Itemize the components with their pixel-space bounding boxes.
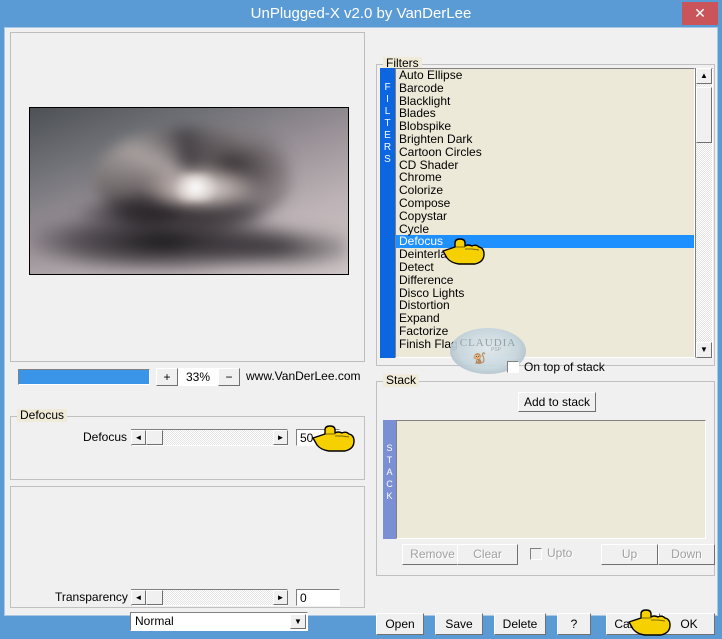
defocus-value-input[interactable]: 50 xyxy=(296,429,340,446)
dialog-client-area: + 33% − www.VanDerLee.com Defocus Defocu… xyxy=(4,27,718,636)
transparency-slider-thumb[interactable] xyxy=(146,590,163,605)
watermark-figure-icon: 🐒 xyxy=(472,353,487,365)
zoom-out-button[interactable]: − xyxy=(218,368,240,386)
down-button[interactable]: Down xyxy=(658,544,715,565)
stack-side-strip: STACK xyxy=(383,420,396,539)
filter-list-item[interactable]: Auto Ellipse xyxy=(396,69,694,82)
strip-letter: L xyxy=(384,106,391,117)
strip-letter: T xyxy=(386,455,393,465)
clear-button[interactable]: Clear xyxy=(457,544,518,565)
filter-list-item[interactable]: Deinterlace xyxy=(396,248,694,261)
zoom-level-value: 33% xyxy=(178,368,218,386)
upto-checkbox[interactable] xyxy=(530,548,542,560)
save-button[interactable]: Save xyxy=(435,613,483,635)
preview-swirl-core xyxy=(169,174,221,201)
on-top-of-stack-checkbox[interactable] xyxy=(507,361,519,373)
remove-button[interactable]: Remove xyxy=(402,544,463,565)
filters-scrollbar-thumb[interactable] xyxy=(696,87,712,143)
filters-scrollbar[interactable]: ▲ ▼ xyxy=(695,68,713,358)
strip-letter: E xyxy=(384,130,391,141)
filter-list-item[interactable]: Cartoon Circles xyxy=(396,145,694,159)
up-button[interactable]: Up xyxy=(601,544,658,565)
preview-panel xyxy=(10,32,365,362)
window-title: UnPlugged-X v2.0 by VanDerLee xyxy=(250,5,472,22)
transparency-slider-left-arrow[interactable]: ◄ xyxy=(131,590,146,605)
stack-group-legend: Stack xyxy=(383,374,420,387)
strip-letter: T xyxy=(384,118,391,129)
strip-letter: I xyxy=(386,94,389,105)
scroll-up-icon[interactable]: ▲ xyxy=(696,68,712,84)
watermark-text: CLAUDIA xyxy=(459,337,517,349)
strip-letter: F xyxy=(384,82,391,93)
defocus-group-legend: Defocus xyxy=(17,409,68,422)
open-button[interactable]: Open xyxy=(376,613,424,635)
filter-list-item[interactable]: Distortion xyxy=(396,299,694,312)
defocus-group: Defocus Defocus ◄ ► 50 xyxy=(10,409,365,480)
filter-list-item[interactable]: Brighten Dark xyxy=(396,133,694,146)
close-icon[interactable]: ✕ xyxy=(682,2,718,25)
defocus-slider-right-arrow[interactable]: ► xyxy=(273,430,288,445)
filter-list-item[interactable]: Compose xyxy=(396,197,694,210)
filters-side-strip: FILTERS xyxy=(380,68,395,358)
defocus-slider-track[interactable]: ◄ ► xyxy=(131,429,288,446)
filter-list-item[interactable]: Copystar xyxy=(396,209,694,223)
blend-mode-select[interactable]: Normal ▼ xyxy=(130,612,308,631)
filters-list[interactable]: Auto Ellipse Barcode Blacklight Blades Blobs… xyxy=(395,68,695,358)
defocus-slider-thumb[interactable] xyxy=(146,430,163,445)
filter-list-item[interactable]: Blacklight xyxy=(396,94,694,108)
filter-list-item[interactable]: Factorize xyxy=(396,325,694,338)
strip-letter: S xyxy=(386,443,393,453)
strip-letter: K xyxy=(386,491,393,501)
defocus-slider-label: Defocus xyxy=(83,430,128,444)
cancel-button[interactable]: Cancel xyxy=(606,613,660,635)
defocus-slider-left-arrow[interactable]: ◄ xyxy=(131,430,146,445)
add-to-stack-button[interactable]: Add to stack xyxy=(518,392,596,412)
filter-list-item[interactable]: Finish Flag xyxy=(396,337,694,351)
delete-button[interactable]: Delete xyxy=(494,613,546,635)
transparency-group: Transparency ◄ ► 0 Normal ▼ xyxy=(10,486,365,631)
ok-button[interactable]: OK xyxy=(663,613,715,635)
scroll-down-icon[interactable]: ▼ xyxy=(696,342,712,358)
filter-list-item[interactable]: Difference xyxy=(396,273,694,287)
preview-toolbar: + 33% − www.VanDerLee.com xyxy=(10,366,365,390)
transparency-slider-track[interactable]: ◄ ► xyxy=(131,589,288,606)
strip-letter: C xyxy=(386,479,393,489)
stack-list[interactable] xyxy=(396,420,706,539)
zoom-in-button[interactable]: + xyxy=(156,368,178,386)
transparency-slider-right-arrow[interactable]: ► xyxy=(273,590,288,605)
application-window: UnPlugged-X v2.0 by VanDerLee ✕ + 33% − … xyxy=(0,0,722,636)
help-button[interactable]: ? xyxy=(557,613,591,635)
on-top-of-stack-label: On top of stack xyxy=(524,360,605,374)
blend-mode-value: Normal xyxy=(135,614,174,628)
strip-letter: S xyxy=(384,154,391,165)
render-progress-fill xyxy=(19,370,149,384)
stack-group: Stack Add to stack STACK Remove Clear Up… xyxy=(376,374,715,576)
transparency-value-input[interactable]: 0 xyxy=(296,589,340,606)
watermark-subtext: PSP xyxy=(491,347,502,353)
filter-list-item[interactable]: Detect xyxy=(396,261,694,274)
render-progress-bar xyxy=(18,369,150,385)
website-link[interactable]: www.VanDerLee.com xyxy=(246,369,361,383)
chevron-down-icon[interactable]: ▼ xyxy=(290,614,306,629)
title-bar: UnPlugged-X v2.0 by VanDerLee ✕ xyxy=(0,0,722,27)
filters-group: Filters FILTERS Auto Ellipse Barcode Black… xyxy=(376,57,715,366)
filter-list-item[interactable]: Barcode xyxy=(396,81,694,95)
strip-letter: R xyxy=(383,142,392,153)
upto-label: Upto xyxy=(547,546,573,560)
strip-letter: A xyxy=(386,467,393,477)
preview-image[interactable] xyxy=(29,107,349,275)
transparency-label: Transparency xyxy=(55,590,128,604)
